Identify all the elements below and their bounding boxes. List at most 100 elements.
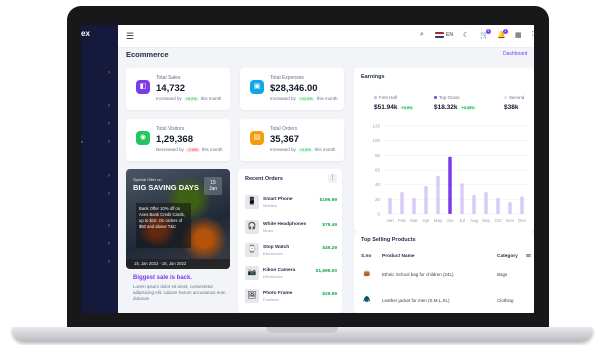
list-item[interactable]: 🎧 White Headphones Music $79.49: [245, 220, 337, 236]
menu-toggle-icon[interactable]: ☰: [126, 31, 134, 42]
sidebar-item-6[interactable]: ›: [81, 191, 118, 199]
list-item[interactable]: 🖼 Photo Frame Furniture $29.99: [245, 289, 337, 305]
x-tick-label: Jun: [446, 218, 454, 223]
legend-label: Top Gross: [439, 95, 460, 100]
sidebar-item-8[interactable]: ›: [81, 241, 118, 249]
bar-aug[interactable]: [472, 194, 476, 214]
bar-feb[interactable]: [400, 192, 404, 214]
search-icon[interactable]: ⌕: [420, 31, 424, 39]
laptop-frame: ex › › › s › › › › › › ☰ ⌕ EN ☾ 🛒 5 🔔 4 ▦…: [0, 0, 605, 345]
sidebar-item-4[interactable]: s ›: [81, 139, 118, 147]
column-header: Category: [497, 254, 518, 259]
bar-mar[interactable]: [412, 197, 416, 214]
bar-dec[interactable]: [520, 196, 524, 214]
legend-amount: $38k: [504, 104, 519, 111]
chevron-right-icon: ›: [108, 139, 110, 145]
stat-card-total-sales: ◧ Total Sales 14,732 Increased by +8.2% th…: [126, 68, 230, 110]
promo-description: Lorem ipsum dolor sit amet, consectetur …: [133, 284, 226, 301]
top-products-title: Top Selling Products: [361, 237, 416, 243]
bar-jul[interactable]: [460, 183, 464, 214]
frame-icon: 🖼: [245, 289, 259, 303]
stat-note-prefix: Decreased by: [156, 147, 184, 152]
sidebar-item-label: s: [81, 139, 83, 144]
bar-jan[interactable]: [388, 197, 392, 214]
x-tick-label: Aug: [470, 218, 479, 223]
chevron-right-icon: ›: [108, 191, 110, 197]
sidebar-item-9[interactable]: ›: [81, 259, 118, 267]
stat-note: Increased by +8.2% this month: [156, 96, 221, 101]
x-tick-label: Jan: [386, 218, 394, 223]
wallet-icon: ▣: [250, 80, 264, 94]
legend-dot: [504, 96, 507, 99]
bar-may[interactable]: [436, 175, 440, 214]
recent-orders-title: Recent Orders: [245, 176, 283, 182]
stat-note-prefix: Increased by: [270, 147, 296, 152]
moon-icon[interactable]: ☾: [463, 31, 469, 39]
column-header: St: [526, 254, 531, 259]
stat-card-total-expenses: ▣ Total Expenses $28,346.00 Increased by…: [240, 68, 344, 110]
bar-oct[interactable]: [496, 197, 500, 214]
y-tick-label: 60: [375, 168, 381, 173]
x-tick-label: Nov: [506, 218, 515, 223]
legend-amount: $18.32k: [434, 104, 458, 111]
stat-note-suffix: this month: [314, 147, 336, 152]
apps-grid-icon[interactable]: ▦: [515, 31, 522, 39]
column-header: Product Name: [382, 254, 415, 259]
brand-logo[interactable]: ex: [81, 29, 90, 38]
bar-nov[interactable]: [508, 202, 512, 214]
bar-jun[interactable]: [448, 156, 452, 214]
stat-note: Increased by +2.5% this month: [270, 147, 335, 152]
promo-headline: Biggest sale is back.: [133, 275, 193, 281]
chevron-right-icon: ›: [108, 259, 110, 265]
more-options-icon[interactable]: ⋮: [328, 174, 337, 183]
x-tick-label: Oct: [494, 218, 502, 223]
breadcrumb[interactable]: Dashboard: [503, 51, 527, 57]
list-item[interactable]: 📷 Kikon Camera Electronics $1,699.00: [245, 266, 337, 282]
product-category: Clothing: [497, 298, 514, 303]
us-flag-icon[interactable]: [435, 32, 444, 38]
sidebar-item-5[interactable]: ›: [81, 173, 118, 181]
stat-label: Total Sales: [156, 75, 181, 81]
phone-icon: 📱: [245, 195, 259, 209]
watch-icon: ⌚: [245, 243, 259, 257]
y-tick-label: 40: [375, 182, 381, 187]
change-badge: +0.39%: [459, 106, 477, 110]
legend-value: $38k: [504, 104, 518, 111]
bar-apr[interactable]: [424, 186, 428, 214]
product-name[interactable]: Leather jacket for men (S,M,L,XL): [382, 298, 450, 303]
legend-amount: $51.94k: [374, 104, 398, 111]
bar-sep[interactable]: [484, 192, 488, 214]
bag-icon: 👜: [363, 271, 371, 277]
promo-banner[interactable]: Special Offer on BIG SAVING DAYS 15 Jan B…: [126, 169, 230, 269]
sidebar-item-7[interactable]: ›: [81, 223, 118, 231]
order-name: Smart Phone: [263, 197, 293, 202]
headphones-icon: 🎧: [245, 220, 259, 234]
change-badge: +12.5%: [297, 97, 315, 101]
stat-value: 1,29,368: [156, 134, 193, 145]
jacket-icon: 🧥: [363, 297, 371, 303]
sidebar-item-dashboards[interactable]: ›: [81, 70, 118, 78]
order-name: Stop Watch: [263, 245, 290, 250]
stat-note-prefix: Increased by: [270, 96, 296, 101]
sidebar-item-3[interactable]: ›: [81, 121, 118, 129]
order-name: White Headphones: [263, 222, 307, 227]
y-tick-label: 120: [372, 124, 380, 129]
x-tick-label: Dec: [518, 218, 527, 223]
list-item[interactable]: ⌚ Stop Watch Electronics $49.29: [245, 243, 337, 259]
language-selector[interactable]: EN: [446, 32, 453, 38]
list-item[interactable]: 📱 Smart Phone Mobiles $199.99: [245, 195, 337, 211]
legend-label: Second: [509, 95, 525, 100]
promo-date-badge: 15 Jan: [204, 177, 222, 195]
promo-kicker: Special Offer on: [133, 177, 162, 182]
order-price: $49.29: [322, 246, 337, 251]
sidebar-item-2[interactable]: ›: [81, 103, 118, 111]
stat-note-suffix: this month: [201, 147, 223, 152]
legend-item: First Half: [374, 95, 397, 100]
column-header: S.no: [361, 254, 372, 259]
x-tick-label: Sep: [482, 218, 491, 223]
camera-icon: 📷: [245, 266, 259, 280]
product-name[interactable]: Ethnic School bag for children (24L): [382, 272, 454, 277]
order-price: $29.99: [322, 292, 337, 297]
y-tick-label: 20: [375, 197, 381, 202]
fullscreen-icon[interactable]: ⛶: [532, 31, 534, 39]
